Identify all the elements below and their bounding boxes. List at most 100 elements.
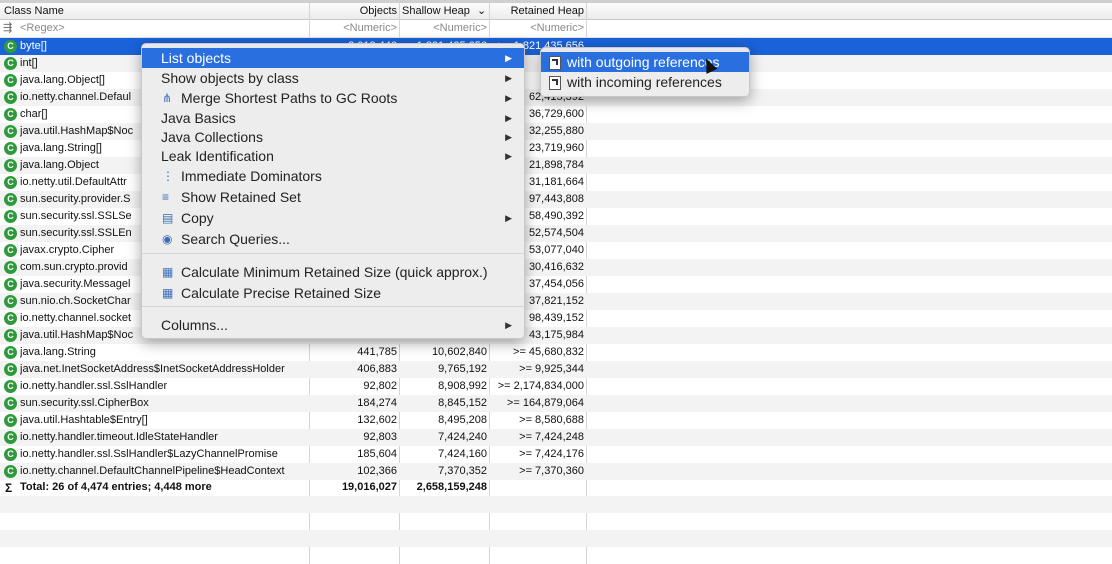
- filter-icon: ⇶: [3, 22, 13, 34]
- dominators-icon: ⋮: [162, 169, 174, 183]
- object-list-icon: [549, 56, 561, 70]
- table-row[interactable]: Cio.netty.handler.timeout.IdleStateHandl…: [0, 429, 1112, 446]
- shallow-heap-cell: 8,845,152: [438, 397, 487, 409]
- table-row[interactable]: Csun.security.ssl.CipherBox 184,274 8,845,…: [0, 395, 1112, 412]
- class-name-cell: io.netty.handler.timeout.IdleStateHandle…: [20, 431, 218, 443]
- retained-heap-cell: >= 7,424,176: [519, 448, 584, 460]
- submenu-item-outgoing[interactable]: with outgoing references: [541, 52, 749, 72]
- menu-item-calculate-minimum-retained-size-quick-approx[interactable]: ▦ Calculate Minimum Retained Size (quick …: [142, 262, 524, 282]
- class-icon: C: [4, 40, 17, 53]
- menu-item-label: Show Retained Set: [181, 189, 301, 205]
- class-icon: C: [4, 380, 17, 393]
- class-name-cell: java.net.InetSocketAddress$InetSocketAdd…: [20, 363, 285, 375]
- menu-item-columns[interactable]: Columns... ▶: [142, 315, 524, 335]
- class-icon: C: [4, 193, 17, 206]
- table-row[interactable]: Cjava.util.Hashtable$Entry[] 132,602 8,495…: [0, 412, 1112, 429]
- menu-item-label: Leak Identification: [161, 148, 274, 164]
- empty-row: [0, 496, 1112, 513]
- retained-filter-input[interactable]: <Numeric>: [490, 20, 584, 37]
- submenu-arrow-icon: ▶: [505, 73, 512, 83]
- submenu-item-incoming[interactable]: with incoming references: [541, 72, 749, 92]
- shallow-heap-cell: 10,602,840: [431, 346, 487, 358]
- menu-item-leak-identification[interactable]: Leak Identification ▶: [142, 146, 524, 166]
- class-icon: C: [4, 397, 17, 410]
- menu-item-label: Columns...: [161, 317, 228, 333]
- class-name-cell: java.lang.String: [20, 346, 96, 358]
- menu-item-show-objects-by-class[interactable]: Show objects by class ▶: [142, 68, 524, 88]
- shallow-filter-input[interactable]: <Numeric>: [400, 20, 487, 37]
- menu-item-label: Calculate Minimum Retained Size (quick a…: [181, 264, 488, 280]
- total-objects: 19,016,027: [341, 481, 397, 493]
- class-icon: C: [4, 210, 17, 223]
- class-icon: C: [4, 108, 17, 121]
- shallow-heap-cell: 7,424,160: [438, 448, 487, 460]
- merge-paths-icon: ⋔: [162, 91, 173, 105]
- retained-heap-cell: >= 9,925,344: [519, 363, 584, 375]
- menu-item-label: List objects: [161, 50, 232, 66]
- list-objects-submenu: with outgoing references with incoming r…: [540, 47, 750, 97]
- retained-set-icon: ≡: [162, 190, 170, 204]
- submenu-arrow-icon: ▶: [505, 53, 512, 63]
- shallow-heap-cell: 7,424,240: [438, 431, 487, 443]
- table-row[interactable]: Cjava.net.InetSocketAddress$InetSocketAd…: [0, 361, 1112, 378]
- copy-icon: ▤: [162, 211, 174, 225]
- objects-cell: 185,604: [357, 448, 397, 460]
- menu-separator: [142, 306, 524, 307]
- table-row[interactable]: Cio.netty.handler.ssl.SslHandler 92,802 8,…: [0, 378, 1112, 395]
- submenu-arrow-icon: ▶: [505, 151, 512, 161]
- class-icon: C: [4, 227, 17, 240]
- column-header-retained-heap[interactable]: Retained Heap: [490, 3, 584, 19]
- menu-item-show-retained-set[interactable]: ≡ Show Retained Set: [142, 187, 524, 207]
- retained-heap-cell: >= 45,680,832: [513, 346, 584, 358]
- shallow-heap-cell: 7,370,352: [438, 465, 487, 477]
- menu-item-java-basics[interactable]: Java Basics ▶: [142, 108, 524, 128]
- retained-heap-cell: >= 164,879,064: [506, 397, 584, 409]
- menu-item-calculate-precise-retained-size[interactable]: ▦ Calculate Precise Retained Size: [142, 283, 524, 303]
- calculator-icon: ▦: [162, 286, 174, 300]
- menu-item-java-collections[interactable]: Java Collections ▶: [142, 127, 524, 147]
- menu-item-list-objects[interactable]: List objects ▶: [142, 48, 524, 68]
- menu-item-search-queries[interactable]: ◉ Search Queries...: [142, 229, 524, 249]
- table-row[interactable]: Cjava.lang.String 441,785 10,602,840 >= 45,…: [0, 344, 1112, 361]
- column-header-objects[interactable]: Objects: [310, 3, 397, 19]
- retained-heap-cell: >= 7,370,360: [519, 465, 584, 477]
- shallow-heap-cell: 8,495,208: [438, 414, 487, 426]
- class-icon: C: [4, 363, 17, 376]
- submenu-arrow-icon: ▶: [505, 213, 512, 223]
- total-shallow: 2,658,159,248: [416, 481, 487, 493]
- calculator-icon: ▦: [162, 265, 174, 279]
- menu-item-label: Show objects by class: [161, 70, 299, 86]
- objects-cell: 184,274: [357, 397, 397, 409]
- retained-heap-cell: >= 2,174,834,000: [497, 380, 584, 392]
- regex-filter-input[interactable]: <Regex>: [20, 20, 65, 37]
- shallow-heap-cell: 9,765,192: [438, 363, 487, 375]
- class-icon: C: [4, 465, 17, 478]
- shallow-heap-cell: 8,908,992: [438, 380, 487, 392]
- objects-cell: 441,785: [357, 346, 397, 358]
- menu-item-merge-shortest-paths-to-gc-roots[interactable]: ⋔ Merge Shortest Paths to GC Roots ▶: [142, 88, 524, 108]
- table-row[interactable]: Cio.netty.handler.ssl.SslHandler$LazyCha…: [0, 446, 1112, 463]
- column-header-shallow-heap[interactable]: Shallow Heap: [402, 3, 476, 19]
- submenu-arrow-icon: ▶: [505, 93, 512, 103]
- class-icon: C: [4, 312, 17, 325]
- class-name-cell: io.netty.channel.DefaultChannelPipeline$…: [20, 465, 285, 477]
- class-icon: C: [4, 159, 17, 172]
- filter-row: ⇶ <Regex> <Numeric> <Numeric> <Numeric>: [0, 20, 1112, 38]
- menu-item-label: Calculate Precise Retained Size: [181, 285, 381, 301]
- sum-icon: Σ: [5, 481, 13, 495]
- object-list-icon: [549, 76, 561, 90]
- objects-filter-input[interactable]: <Numeric>: [310, 20, 397, 37]
- menu-item-copy[interactable]: ▤ Copy ▶: [142, 208, 524, 228]
- empty-row: [0, 530, 1112, 547]
- menu-item-immediate-dominators[interactable]: ⋮ Immediate Dominators: [142, 166, 524, 186]
- class-icon: C: [4, 261, 17, 274]
- table-row[interactable]: Cio.netty.channel.DefaultChannelPipeline…: [0, 463, 1112, 480]
- objects-cell: 406,883: [357, 363, 397, 375]
- class-icon: C: [4, 125, 17, 138]
- class-icon: C: [4, 278, 17, 291]
- class-name-cell: io.netty.handler.ssl.SslHandler$LazyChan…: [20, 448, 278, 460]
- total-label: Total: 26 of 4,474 entries; 4,448 more: [20, 481, 212, 493]
- objects-cell: 102,366: [357, 465, 397, 477]
- column-header-class-name[interactable]: Class Name: [4, 3, 64, 19]
- class-name-cell: sun.security.ssl.CipherBox: [20, 397, 149, 409]
